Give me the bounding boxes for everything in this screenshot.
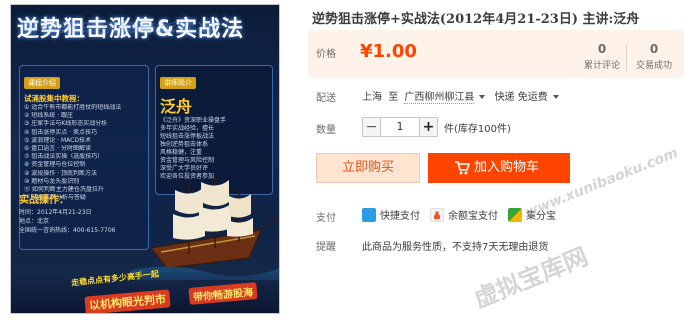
payment-method-label: 快捷支付 xyxy=(380,211,420,222)
poster-left-line: ⑨ 波段操作 · 顶底判断方法 xyxy=(24,169,98,177)
moneybag-icon xyxy=(430,207,444,222)
quantity-increase-button[interactable]: + xyxy=(419,117,438,137)
poster-left-line: ⑥ 盘口语言 · 分时图解读 xyxy=(24,145,92,153)
shopping-cart-icon[interactable] xyxy=(454,160,470,176)
poster-left-line: ⑦ 狙击战法实操（选股技巧） xyxy=(24,153,104,161)
ship-to-selector[interactable]: 广西柳州柳江县 xyxy=(404,92,475,104)
quantity-stepper: − 1 + 件(库存100件) xyxy=(362,117,511,137)
poster-right-line: 短线狙击涨停板战法 xyxy=(160,133,215,140)
add-to-cart-button[interactable]: 加入购物车 xyxy=(428,153,570,183)
poster-right-line: 独创逆势狙击体系 xyxy=(160,141,209,148)
sales-count: 0 xyxy=(649,42,659,56)
poster-left-line: ⑤ 波浪理论 · MACD技术 xyxy=(24,136,91,144)
price-label: 价格 xyxy=(316,49,336,60)
sailing-ship-illustration xyxy=(131,176,279,280)
poster-title-reflection: 逆势狙击涨停&实战法 xyxy=(19,20,217,35)
sales-label: 交易成功 xyxy=(635,61,672,71)
poster-left-line: ⑧ 资金管理与仓位控制 xyxy=(24,161,86,169)
payment-method-label: 集分宝 xyxy=(526,211,556,222)
poster-left-section: 试涌股集中教程： xyxy=(24,94,84,103)
product-price: ¥1.00 xyxy=(360,41,417,62)
poster-practice-line: 时间：2012年4月21-23日 xyxy=(19,209,92,216)
poster-practice-line: 地点：北京 xyxy=(19,218,50,225)
quantity-label: 数量 xyxy=(316,125,336,136)
tips-text: 此商品为服务性质，不支持7天无理由退货 xyxy=(362,242,549,253)
poster-practice-line: 全国统一咨询热线：400-615-7706 xyxy=(19,227,116,234)
payment-method-quickpay[interactable]: 快捷支付 xyxy=(362,207,420,222)
payment-method-yuebao[interactable]: 余额宝支付 xyxy=(430,207,498,222)
poster-left-line: ③ 庄家手法与K线形态实战分析 xyxy=(24,120,108,128)
stock-text: 件(库存100件) xyxy=(444,123,511,135)
buy-now-button[interactable]: 立即购买 xyxy=(316,153,420,183)
poster-left-line: ① 适合牛熊市都能打胜仗的短线战法 xyxy=(24,104,122,111)
poster-left-line: ⑩ 题材与龙头股识别 xyxy=(24,177,80,185)
poster-left-line: ② 短线系统 · 跟庄 xyxy=(24,112,74,120)
payment-label: 支付 xyxy=(316,213,336,224)
poster-practice-block: 实战操作： 时间：2012年4月21-23日 地点：北京 全国统一咨询热线：40… xyxy=(19,191,119,235)
shipping-row: 上海 至 广西柳州柳江县 快递 免运费 xyxy=(362,88,565,104)
quantity-decrease-button[interactable]: − xyxy=(362,117,381,137)
poster-right-line: 资金管理与风险控制 xyxy=(160,157,215,164)
currency-symbol: ¥ xyxy=(360,41,373,62)
points-icon xyxy=(508,207,522,222)
product-poster-image[interactable]: 逆势狙击涨停&实战法 逆势狙击涨停&实战法 课程介绍 试涌股集中教程： ① 适合… xyxy=(10,4,280,314)
sales-stat: 0 交易成功 xyxy=(624,42,684,71)
poster-right-line: 多年实战经验，擅长 xyxy=(160,125,215,132)
product-title: 逆势狙击涨停+实战法(2012年4月21-23日) 主讲:泛舟 xyxy=(312,12,640,27)
poster-right-line: 《泛舟》资深职业操盘手 xyxy=(160,117,227,124)
chevron-down-icon[interactable] xyxy=(479,95,486,99)
quantity-input[interactable]: 1 xyxy=(381,117,419,137)
payment-method-jifenbao[interactable]: 集分宝 xyxy=(508,207,556,222)
shipping-label: 配送 xyxy=(316,93,336,104)
ship-from: 上海 xyxy=(362,92,382,103)
price-value: 1.00 xyxy=(372,41,417,62)
credit-card-icon xyxy=(362,207,376,222)
poster-lecturer-name: 泛舟 xyxy=(160,97,193,116)
poster-left-badge: 课程介绍 xyxy=(24,77,60,89)
payment-method-label: 余额宝支付 xyxy=(448,211,498,222)
reviews-count: 0 xyxy=(597,42,607,56)
poster-left-line: ④ 狙击涨停买点 · 卖点技巧 xyxy=(24,128,98,136)
reviews-label: 累计评论 xyxy=(583,61,620,71)
poster-right-line: 风格稳健，注重 xyxy=(160,149,203,156)
tips-label: 提醒 xyxy=(316,242,336,253)
poster-right-badge: 讲师简介 xyxy=(160,77,196,89)
poster-practice-heading: 实战操作： xyxy=(19,195,69,206)
payment-methods: 快捷支付 余额宝支付 集分宝 xyxy=(362,207,566,222)
reviews-stat[interactable]: 0 累计评论 xyxy=(572,42,632,71)
chevron-down-icon[interactable] xyxy=(552,95,559,99)
product-page: 逆势狙击涨停&实战法 逆势狙击涨停&实战法 课程介绍 试涌股集中教程： ① 适合… xyxy=(0,0,690,334)
ship-method[interactable]: 快递 免运费 xyxy=(495,92,548,103)
ship-to-word: 至 xyxy=(388,92,399,103)
